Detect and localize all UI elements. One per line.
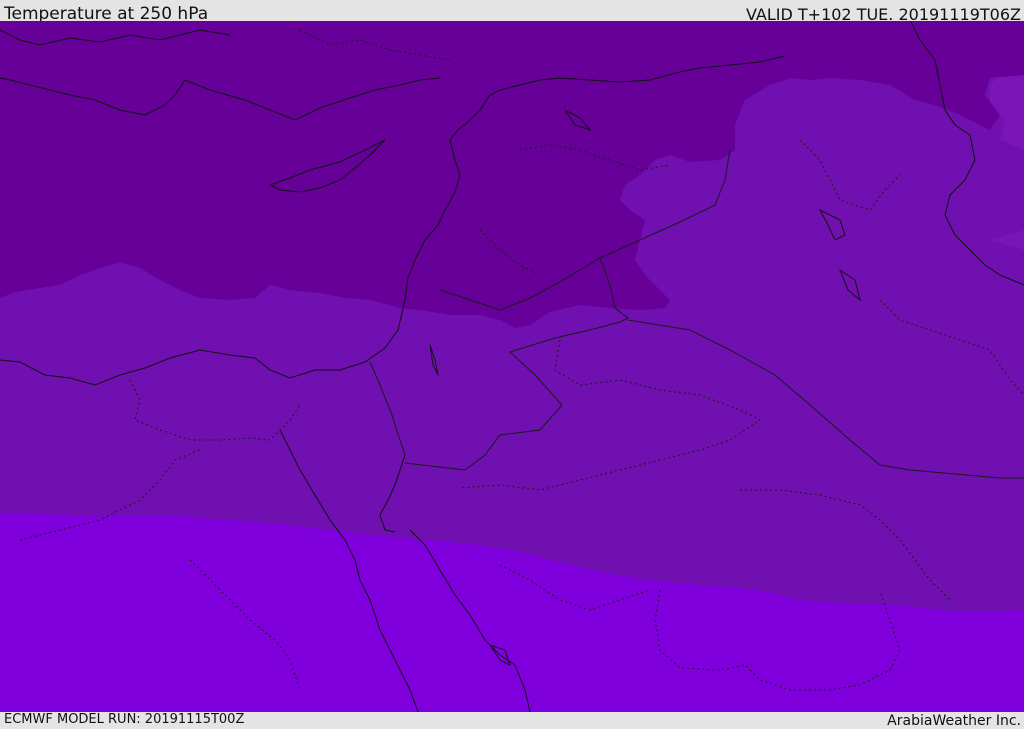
temperature-map[interactable] [0, 21, 1024, 712]
header-bar: Temperature at 250 hPa VALID T+102 TUE. … [0, 0, 1024, 24]
model-run-label: ECMWF MODEL RUN: 20191115T00Z [4, 712, 245, 727]
credit-label: ArabiaWeather Inc. [887, 713, 1021, 729]
map-canvas [0, 21, 1024, 712]
footer-bar: ECMWF MODEL RUN: 20191115T00Z ArabiaWeat… [0, 712, 1024, 729]
